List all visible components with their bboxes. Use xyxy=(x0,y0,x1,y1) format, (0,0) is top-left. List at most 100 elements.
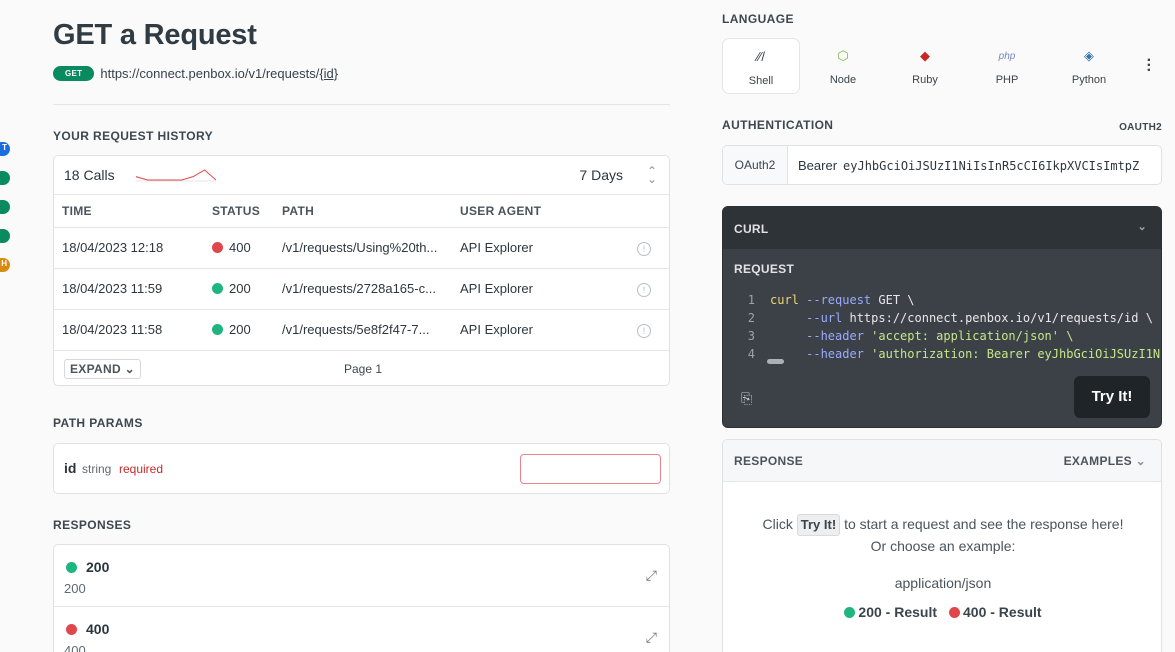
code-panel: CURL ⌄ REQUEST 1 curl --request GET \ 2 --… xyxy=(722,206,1162,428)
col-user-agent: USER AGENT xyxy=(452,195,629,228)
info-icon[interactable]: ! xyxy=(637,241,651,256)
endpoint-url-row: GET https://connect.penbox.io/v1/request… xyxy=(53,66,338,81)
expand-button[interactable]: EXPAND ⌄ xyxy=(64,358,141,379)
node-icon: ⬡ xyxy=(837,48,849,63)
divider xyxy=(53,104,670,105)
param-type: string xyxy=(82,462,112,476)
status-dot-icon xyxy=(949,607,960,618)
language-shell[interactable]: ⁄⁄/ Shell xyxy=(722,38,800,94)
table-row[interactable]: 18/04/2023 11:58 200/v1/requests/5e8f2f47… xyxy=(54,309,669,351)
sidebar-method-badge[interactable] xyxy=(0,229,10,243)
page-title: GET a Request xyxy=(53,19,257,51)
response-code: 200 xyxy=(66,559,109,575)
code-command: curl xyxy=(770,293,799,307)
sidebar-method-badge[interactable]: H xyxy=(0,258,10,272)
line-number: 2 xyxy=(747,311,755,325)
range-chevron-icon[interactable]: ⌃ ⌄ xyxy=(647,165,657,185)
sidebar-method-badge[interactable] xyxy=(0,171,10,185)
sidebar-method-letter: T xyxy=(2,143,7,152)
responses-heading: RESPONSES xyxy=(53,518,132,532)
response-label: RESPONSE xyxy=(734,454,804,468)
expand-icon[interactable]: ⤢ xyxy=(646,629,657,646)
param-name: id xyxy=(64,460,77,476)
response-description: 400 xyxy=(64,643,86,652)
history-footer: EXPAND ⌄ Page 1 xyxy=(54,351,669,385)
page-label: Page 1 xyxy=(344,361,383,376)
language-label: Ruby xyxy=(912,74,938,86)
more-languages-icon[interactable]: · · · xyxy=(1147,53,1152,79)
response-panel: RESPONSE EXAMPLES ⌄ Click Try It! to sta… xyxy=(722,439,1162,652)
col-path: PATH xyxy=(274,195,452,228)
request-label: REQUEST xyxy=(734,262,795,276)
try-it-button[interactable]: Try It! xyxy=(1074,376,1150,418)
sidebar-method-badge[interactable]: T xyxy=(0,142,10,156)
language-picker: ⁄⁄/ Shell ⬡ Node ◆ Ruby php PHP ◈ Python · · · xyxy=(722,38,1162,94)
url-param-link[interactable]: {id} xyxy=(319,66,338,81)
calls-count: 18 Calls xyxy=(64,167,115,183)
table-row[interactable]: 18/04/2023 11:59 200/v1/requests/2728a165… xyxy=(54,268,669,310)
line-number: 4 xyxy=(747,347,755,361)
code-panel-header[interactable]: CURL ⌄ xyxy=(723,207,1161,249)
status-dot-icon xyxy=(66,561,77,573)
language-label: Shell xyxy=(748,75,774,87)
example-link[interactable]: 400 - Result xyxy=(949,604,1042,620)
responses-card: 200 200 ⤢ 400 400 ⤢ xyxy=(53,544,670,652)
clipboard-icon[interactable]: ⎘ xyxy=(741,390,752,407)
language-python[interactable]: ◈ Python xyxy=(1050,38,1128,94)
auth-type: OAuth2 xyxy=(723,146,788,184)
cell-info: ! xyxy=(629,309,669,351)
language-label: PHP xyxy=(995,74,1019,86)
info-icon[interactable]: ! xyxy=(637,282,651,297)
code-string: 'authorization: Bearer eyJhbGciOiJSUzI1N xyxy=(871,347,1161,361)
sidebar-method-letter: H xyxy=(1,259,7,268)
range-select[interactable]: 7 Days xyxy=(579,167,623,183)
code-arg: https://connect.penbox.io/v1/requests/id… xyxy=(849,311,1153,325)
examples-dropdown[interactable]: EXAMPLES ⌄ xyxy=(1064,454,1146,468)
code-language-label: CURL xyxy=(734,222,769,236)
col-time: TIME xyxy=(54,195,204,228)
calls-sparkline xyxy=(136,169,216,182)
id-input[interactable] xyxy=(520,454,661,484)
status-dot-icon xyxy=(212,283,223,294)
auth-scheme-label: OAUTH2 xyxy=(1119,122,1162,133)
endpoint-url: https://connect.penbox.io/v1/requests/{i… xyxy=(100,66,339,81)
cell-path: /v1/requests/2728a165-c... xyxy=(274,268,452,310)
param-required: required xyxy=(119,462,164,476)
ruby-icon: ◆ xyxy=(920,48,930,63)
status-code: 400 xyxy=(229,240,251,255)
try-it-hint: Try It! xyxy=(796,514,841,536)
code-scrollbar[interactable] xyxy=(767,359,784,364)
history-table: TIME STATUS PATH USER AGENT 18/04/2023 1… xyxy=(54,195,669,351)
sidebar-method-badge[interactable] xyxy=(0,200,10,214)
response-row[interactable]: 400 400 ⤢ xyxy=(54,607,669,652)
code-line: 1 curl --request GET \ xyxy=(723,291,1160,309)
status-dot-icon xyxy=(212,324,223,335)
chevron-down-icon: ⌄ xyxy=(1135,454,1146,468)
expand-icon[interactable]: ⤢ xyxy=(646,567,657,584)
status-code: 200 xyxy=(229,322,251,337)
chevron-down-icon: ⌄ xyxy=(124,361,135,376)
col-status: STATUS xyxy=(204,195,274,228)
response-mime-type: application/json xyxy=(894,575,992,591)
chevron-down-icon[interactable]: ⌄ xyxy=(1137,220,1147,233)
line-number: 1 xyxy=(747,293,755,307)
status-dot-icon xyxy=(212,242,223,253)
example-links: 200 - Result 400 - Result xyxy=(723,604,1161,620)
cell-info: ! xyxy=(629,268,669,310)
code-flag: --url xyxy=(770,311,850,325)
status-code: 200 xyxy=(229,281,251,296)
auth-token-input[interactable]: Bearer eyJhbGciOiJSUzI1NiIsInR5cCI6IkpXVC… xyxy=(788,158,1139,173)
response-description: 200 xyxy=(64,581,86,596)
language-php[interactable]: php PHP xyxy=(968,38,1046,94)
response-code-text: 200 xyxy=(86,559,110,575)
cell-time: 18/04/2023 11:58 xyxy=(54,309,204,351)
status-dot-icon xyxy=(844,607,856,618)
info-icon[interactable]: ! xyxy=(637,323,651,338)
response-row[interactable]: 200 200 ⤢ xyxy=(54,545,669,607)
history-header-row: TIME STATUS PATH USER AGENT xyxy=(54,195,669,228)
table-row[interactable]: 18/04/2023 12:18 400/v1/requests/Using%20… xyxy=(54,227,669,269)
example-link[interactable]: 200 - Result xyxy=(844,604,937,620)
language-ruby[interactable]: ◆ Ruby xyxy=(886,38,964,94)
language-node[interactable]: ⬡ Node xyxy=(804,38,882,94)
cell-status: 200 xyxy=(204,309,274,351)
